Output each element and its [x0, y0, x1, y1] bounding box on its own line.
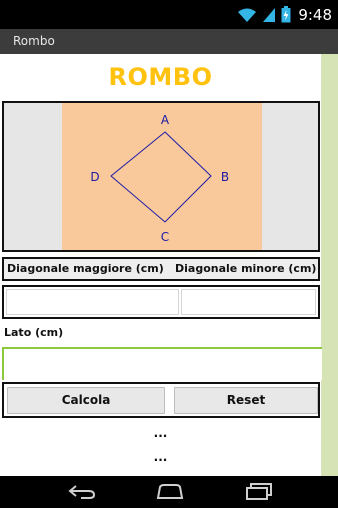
page-title: ROMBO: [108, 63, 213, 91]
status-icons: 9:48: [237, 4, 332, 25]
diagonal-labels-row: Diagonale maggiore (cm) Diagonale minore…: [2, 257, 320, 281]
battery-icon: [281, 6, 291, 23]
vertex-label-d: D: [90, 170, 99, 184]
window-title: Rombo: [13, 34, 55, 48]
side-strip: [321, 54, 338, 476]
status-bar: 9:48: [0, 0, 338, 29]
reset-button[interactable]: Reset: [174, 387, 318, 414]
status-time: 9:48: [298, 5, 332, 24]
side-label: Lato (cm): [4, 326, 64, 339]
minor-diagonal-input[interactable]: [181, 289, 316, 315]
minor-diagonal-label: Diagonale minore (cm): [175, 262, 317, 275]
home-button[interactable]: [150, 480, 190, 504]
vertex-label-c: C: [161, 230, 169, 244]
recent-apps-button[interactable]: [239, 480, 279, 504]
navigation-bar: [0, 476, 338, 508]
vertex-label-a: A: [161, 113, 170, 127]
side-input-container: [2, 347, 322, 380]
rhombus-diagram: A B C D: [2, 101, 320, 252]
home-icon: [156, 484, 184, 499]
rhombus-shape: [110, 131, 212, 223]
rhombus-drawing: A B C D: [90, 113, 229, 244]
recent-apps-icon: [246, 483, 272, 500]
app-content: ROMBO A B C D Diagonale maggiore (cm) Di…: [0, 54, 338, 476]
vertex-label-b: B: [221, 170, 229, 184]
signal-icon: [263, 7, 276, 22]
diagonal-inputs-row: [2, 285, 320, 319]
major-diagonal-label: Diagonale maggiore (cm): [7, 262, 164, 275]
back-button[interactable]: [62, 480, 102, 504]
side-input[interactable]: [6, 351, 318, 378]
result-line-2: ...: [153, 450, 168, 464]
calculate-button[interactable]: Calcola: [7, 387, 165, 414]
title-bar: Rombo: [0, 29, 338, 54]
major-diagonal-input[interactable]: [6, 289, 179, 315]
buttons-row: Calcola Reset: [2, 382, 320, 418]
result-line-1: ...: [153, 426, 168, 440]
back-icon: [68, 485, 96, 499]
wifi-icon: [238, 8, 257, 22]
